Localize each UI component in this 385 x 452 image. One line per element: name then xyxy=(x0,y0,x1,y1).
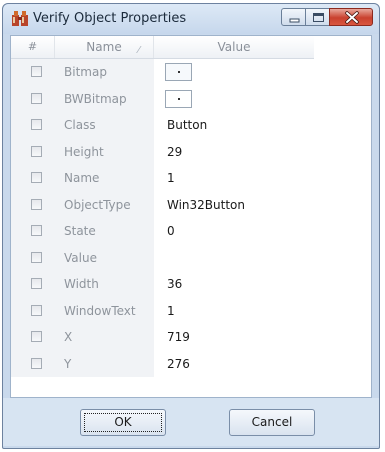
bitmap-dot xyxy=(178,71,180,73)
property-name: ObjectType xyxy=(64,197,131,212)
list-header: # Name ⁄ Value xyxy=(11,36,314,59)
table-row[interactable]: X 719 xyxy=(11,324,314,351)
table-row[interactable]: Bitmap xyxy=(11,59,314,86)
cancel-button[interactable]: Cancel xyxy=(229,409,315,436)
maximize-icon xyxy=(313,13,324,22)
property-name: WindowText xyxy=(64,303,136,318)
property-value: 36 xyxy=(167,277,183,291)
table-row[interactable]: BWBitmap xyxy=(11,85,314,112)
property-name: Y xyxy=(64,356,72,371)
row-checkbox[interactable] xyxy=(31,145,42,157)
row-checkbox[interactable] xyxy=(31,198,42,210)
property-name: Class xyxy=(64,118,96,132)
maximize-button[interactable] xyxy=(305,8,330,26)
focus-rectangle xyxy=(84,413,162,432)
properties-list: # Name ⁄ Value Bitmap BWBitmap Class But… xyxy=(10,35,372,398)
header-name-label: Name xyxy=(86,40,122,54)
ok-button[interactable]: OK xyxy=(80,409,166,436)
row-checkbox[interactable] xyxy=(31,331,42,342)
row-checkbox[interactable] xyxy=(31,225,42,236)
property-name: Value xyxy=(64,250,97,265)
button-bar: OK Cancel xyxy=(3,398,379,446)
property-value: Button xyxy=(167,118,208,132)
dialog-window: Verify Object Properties # Name ⁄ Value … xyxy=(2,3,380,449)
bitmap-dot xyxy=(178,97,180,100)
table-row[interactable]: Name 1 xyxy=(11,165,314,192)
row-checkbox[interactable] xyxy=(31,357,42,369)
property-name: X xyxy=(64,330,73,344)
row-checkbox[interactable] xyxy=(31,278,42,289)
table-row[interactable]: Y 276 xyxy=(11,350,314,377)
property-value: Win32Button xyxy=(167,197,246,212)
table-row[interactable]: State 0 xyxy=(11,218,314,245)
property-value: 1 xyxy=(167,303,175,318)
row-checkbox[interactable] xyxy=(31,304,42,316)
property-value: 1 xyxy=(167,171,175,185)
property-value: 719 xyxy=(167,330,190,344)
close-icon xyxy=(345,11,359,24)
close-button[interactable] xyxy=(329,8,373,26)
property-name: BWBitmap xyxy=(64,91,127,106)
property-name: State xyxy=(64,224,96,238)
table-row[interactable]: Value xyxy=(11,244,314,271)
row-checkbox[interactable] xyxy=(31,66,42,77)
table-row[interactable]: Class Button xyxy=(11,112,314,139)
table-row[interactable]: WindowText 1 xyxy=(11,297,314,324)
title-bar[interactable]: Verify Object Properties xyxy=(3,4,379,34)
table-row[interactable]: Width 36 xyxy=(11,271,314,298)
app-icon xyxy=(12,11,28,26)
property-name: Name xyxy=(64,171,100,185)
row-checkbox[interactable] xyxy=(31,119,42,130)
row-checkbox[interactable] xyxy=(31,251,42,263)
window-title: Verify Object Properties xyxy=(33,11,187,26)
minimize-button[interactable] xyxy=(281,8,306,26)
minimize-icon xyxy=(289,18,300,23)
row-checkbox[interactable] xyxy=(31,92,42,104)
bitmap-thumbnail xyxy=(165,63,192,81)
header-check[interactable]: # xyxy=(11,36,55,58)
property-value: 276 xyxy=(167,356,190,371)
property-name: Height xyxy=(64,144,104,159)
header-value[interactable]: Value xyxy=(154,36,314,58)
header-name[interactable]: Name ⁄ xyxy=(55,36,154,58)
property-name: Bitmap xyxy=(64,65,107,79)
property-value: 0 xyxy=(167,224,175,238)
bwbitmap-thumbnail xyxy=(165,89,192,108)
cancel-button-label: Cancel xyxy=(251,415,293,429)
property-rows: Bitmap BWBitmap Class Button Height 29 N… xyxy=(11,59,314,377)
table-row[interactable]: ObjectType Win32Button xyxy=(11,191,314,218)
table-row[interactable]: Height 29 xyxy=(11,138,314,165)
property-name: Width xyxy=(64,277,99,291)
row-checkbox[interactable] xyxy=(31,172,42,183)
property-value: 29 xyxy=(167,144,183,159)
